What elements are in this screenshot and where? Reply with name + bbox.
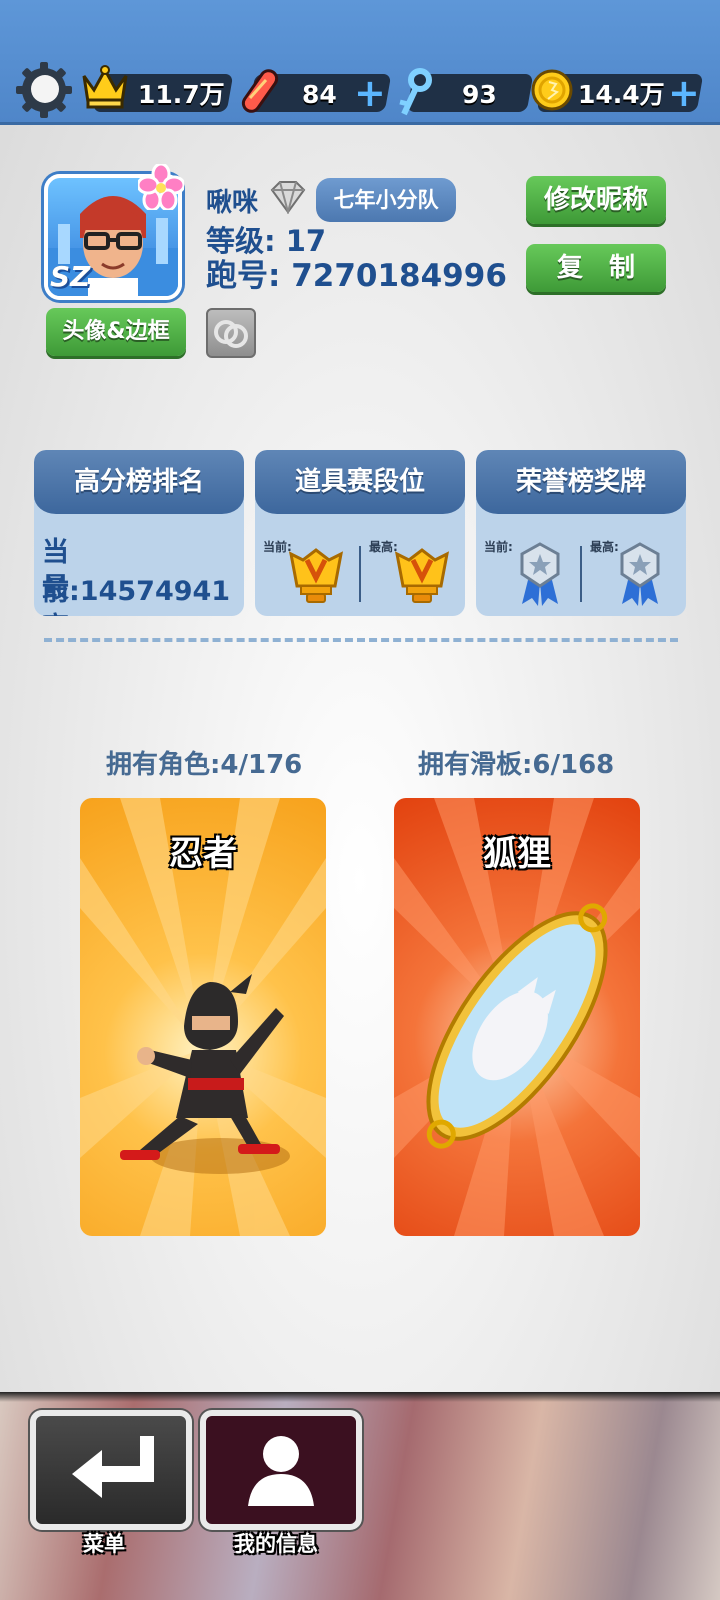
player-name: 啾咪	[206, 188, 259, 218]
gold-trophy-current-icon	[287, 546, 345, 610]
honor-medal-card[interactable]: 荣誉榜奖牌 当前: 最高:	[476, 450, 686, 616]
honor-card-title: 荣誉榜奖牌	[476, 450, 686, 514]
runner-id: 跑号: 7270184996	[206, 258, 507, 294]
edit-nickname-button[interactable]: 修改昵称	[526, 176, 666, 224]
menu-label: 菜单	[83, 1532, 125, 1556]
card-divider	[359, 546, 361, 602]
owned-boards-label: 拥有滑板:6/168	[418, 750, 615, 780]
gold-trophy-best-icon	[393, 546, 451, 610]
honor-best-label: 最高:	[590, 540, 619, 554]
my-info-label: 我的信息	[234, 1532, 318, 1556]
return-arrow-icon	[72, 1436, 154, 1498]
avatar-badge: SZ	[50, 260, 91, 293]
board-name: 狐狸	[483, 834, 551, 874]
crowns-value: 11.7万	[138, 80, 225, 109]
card-divider	[580, 546, 582, 602]
honor-current-label: 当前:	[484, 540, 513, 554]
add-boards-plus-icon[interactable]: +	[354, 74, 386, 112]
highscore-rank-card[interactable]: 高分榜排名 当前:14574941 最高:14574941	[34, 450, 244, 616]
boards-value: 84	[302, 80, 337, 109]
user-profile-icon	[248, 1436, 314, 1506]
coin-icon	[530, 68, 574, 112]
highscore-card-title: 高分榜排名	[34, 450, 244, 514]
flower-decoration-icon	[136, 162, 186, 212]
items-race-card[interactable]: 道具赛段位 当前: 最高:	[255, 450, 465, 616]
owned-characters-label: 拥有角色:4/176	[106, 750, 303, 780]
character-showcase-card[interactable]: 忍者	[80, 798, 326, 1236]
items-race-card-title: 道具赛段位	[255, 450, 465, 514]
friends-icon-button[interactable]	[206, 308, 256, 358]
silver-medal-current-icon	[518, 542, 562, 612]
my-info-button[interactable]	[200, 1410, 362, 1530]
diamond-rank-icon	[268, 180, 308, 216]
key-icon	[396, 68, 434, 118]
add-coins-plus-icon[interactable]: +	[668, 74, 700, 112]
silver-medal-best-icon	[618, 542, 662, 612]
copy-id-button[interactable]: 复 制	[526, 244, 666, 292]
coins-value: 14.4万	[578, 80, 665, 109]
crew-tag[interactable]: 七年小分队	[316, 178, 456, 222]
settings-gear-icon[interactable]	[14, 60, 74, 120]
character-name: 忍者	[169, 834, 237, 874]
bottom-navigation: 菜单 我的信息	[0, 1392, 720, 1600]
avatar-frame-button[interactable]: 头像&边框	[46, 308, 186, 356]
keys-value: 93	[462, 80, 497, 109]
menu-button[interactable]	[30, 1410, 192, 1530]
section-divider	[44, 638, 678, 642]
board-showcase-card[interactable]: 狐狸	[394, 798, 640, 1236]
top-resource-bar: 11.7万 84 + 93 14.4万 +	[0, 0, 720, 125]
hoverboard-icon	[236, 66, 284, 116]
highscore-best: 最高:14574941	[42, 573, 230, 616]
crown-icon	[80, 64, 130, 110]
